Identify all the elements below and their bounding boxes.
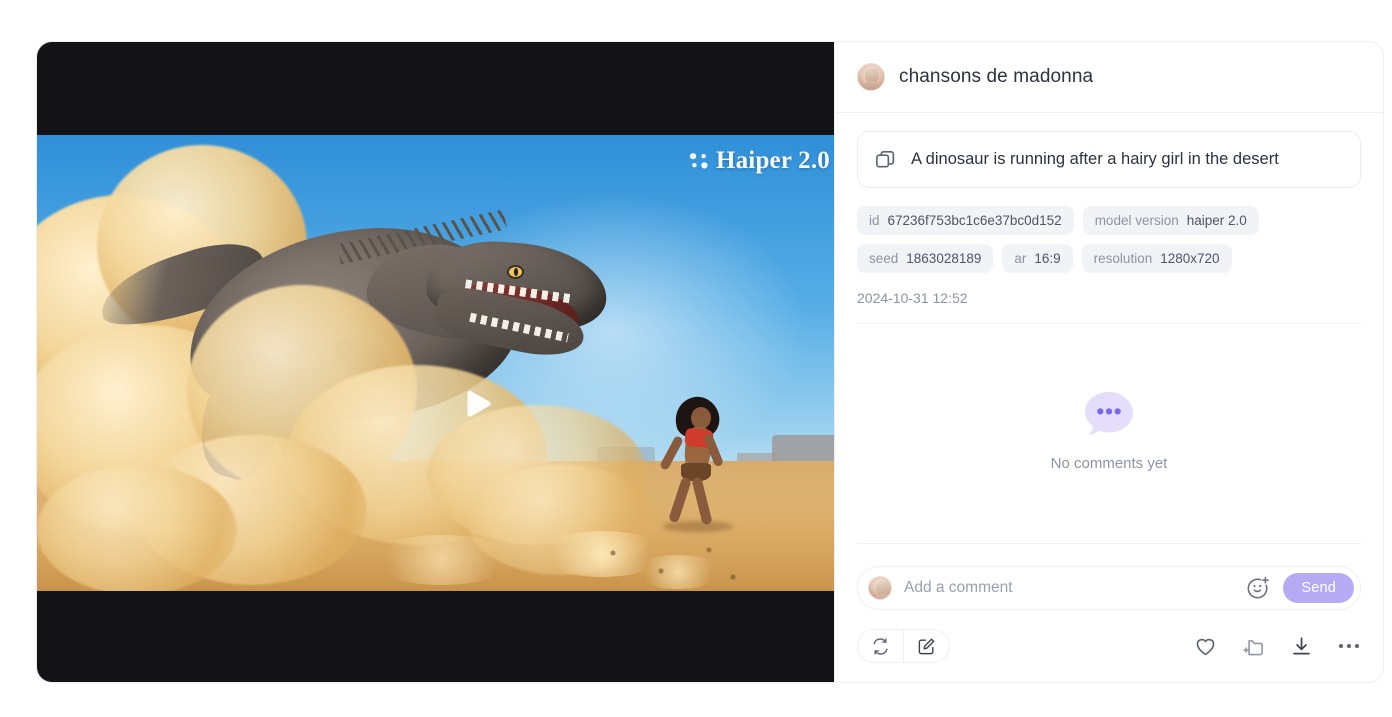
regenerate-icon [873,637,888,655]
haiper-logo-icon [689,153,708,169]
action-bar [835,610,1383,682]
chip-value: 16:9 [1034,251,1061,266]
haiper-watermark: Haiper 2.0 [689,147,830,175]
chip-value: 67236f753bc1c6e37bc0d152 [887,213,1062,228]
social-actions-group [1193,634,1361,658]
add-emoji-icon [1247,576,1270,599]
chip-key: seed [869,251,899,266]
play-button[interactable] [451,382,497,428]
scene-girl-shadow [663,521,733,532]
avatar [868,576,892,600]
comments-empty-state: No comments yet [857,324,1361,543]
copy-icon[interactable] [874,148,897,171]
add-to-folder-icon [1242,639,1263,655]
scene-dust-cloud [37,465,237,591]
edit-button[interactable] [904,630,949,662]
send-button[interactable]: Send [1283,573,1354,603]
generation-actions-group [857,629,950,663]
chip-value: 1280x720 [1160,251,1220,266]
play-icon [467,390,491,417]
scene-girl-head [691,407,711,429]
prompt-text: A dinosaur is running after a hairy girl… [911,149,1279,168]
heart-icon [1196,638,1214,655]
comment-composer: Add a comment Send [857,543,1361,610]
regenerate-button[interactable] [858,630,903,662]
comment-input-row[interactable]: Add a comment Send [857,566,1361,610]
metadata-chip-resolution: resolution 1280x720 [1081,244,1232,273]
scene-ground-specks [597,535,757,591]
metadata-chip-model-version: model version haiper 2.0 [1082,206,1259,235]
avatar[interactable] [857,63,885,91]
metadata-chip-id: id 67236f753bc1c6e37bc0d152 [857,206,1074,235]
video-player[interactable]: Haiper 2.0 [37,42,834,682]
chip-value: haiper 2.0 [1186,213,1247,228]
metadata-chip-seed: seed 1863028189 [857,244,994,273]
download-icon [1292,636,1310,654]
chip-key: ar [1014,251,1027,266]
prompt-box[interactable]: A dinosaur is running after a hairy girl… [857,131,1361,188]
chip-key: model version [1094,213,1179,228]
page-title: chansons de madonna [899,66,1094,87]
chip-key: resolution [1093,251,1153,266]
edit-icon [918,638,935,654]
like-button[interactable] [1193,634,1217,658]
scene-sand-splash [367,535,517,585]
panel-header: chansons de madonna [835,42,1383,113]
empty-comments-label: No comments yet [1050,455,1168,472]
scene-dinosaur-eye [509,267,522,277]
speech-bubble-icon [1085,392,1133,435]
detail-panel: chansons de madonna A dinosaur is runnin… [834,42,1383,682]
video-detail-card: Haiper 2.0 chansons de madonna A dinosau… [36,41,1384,683]
video-frame: Haiper 2.0 [37,135,834,591]
chip-value: 1863028189 [906,251,982,266]
more-options-button[interactable] [1337,634,1361,658]
add-to-folder-button[interactable] [1241,634,1265,658]
download-button[interactable] [1289,634,1313,658]
metadata-chip-list: id 67236f753bc1c6e37bc0d152 model versio… [857,206,1361,273]
app-root: Haiper 2.0 chansons de madonna A dinosau… [0,0,1392,717]
panel-body: A dinosaur is running after a hairy girl… [835,113,1383,610]
add-emoji-button[interactable] [1245,575,1271,601]
watermark-label: Haiper 2.0 [715,147,830,174]
chip-key: id [869,213,880,228]
timestamp: 2024-10-31 12:52 [857,290,1361,324]
more-options-icon [1339,644,1359,648]
metadata-chip-ar: ar 16:9 [1002,244,1073,273]
comment-input[interactable]: Add a comment [904,579,1233,597]
